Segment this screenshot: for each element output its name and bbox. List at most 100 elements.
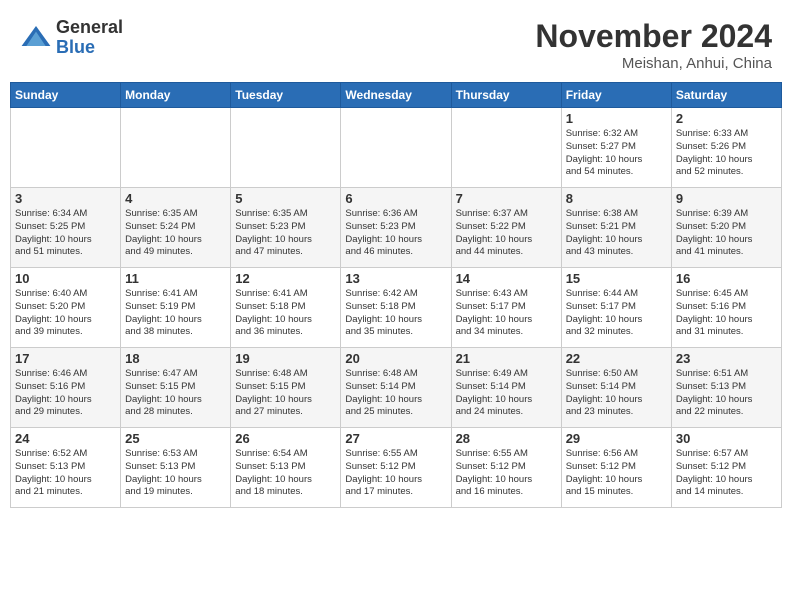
- calendar-cell: 11 Sunrise: 6:41 AM Sunset: 5:19 PM Dayli…: [121, 268, 231, 348]
- day-number: 30: [676, 431, 777, 446]
- day-info: Sunrise: 6:38 AM Sunset: 5:21 PM Dayligh…: [566, 208, 667, 259]
- day-number: 1: [566, 111, 667, 126]
- calendar-cell: 10 Sunrise: 6:40 AM Sunset: 5:20 PM Dayli…: [11, 268, 121, 348]
- day-number: 4: [125, 191, 226, 206]
- calendar-cell: 25 Sunrise: 6:53 AM Sunset: 5:13 PM Dayli…: [121, 428, 231, 508]
- day-number: 3: [15, 191, 116, 206]
- day-info: Sunrise: 6:36 AM Sunset: 5:23 PM Dayligh…: [345, 208, 446, 259]
- calendar-cell: 29Sunrise: 6:56 AM Sunset: 5:12 PM Dayli…: [561, 428, 671, 508]
- calendar-week-row: 24 Sunrise: 6:52 AM Sunset: 5:13 PM Dayli…: [11, 428, 782, 508]
- calendar-cell: 8 Sunrise: 6:38 AM Sunset: 5:21 PM Daylig…: [561, 188, 671, 268]
- day-info: Sunrise: 6:34 AM Sunset: 5:25 PM Dayligh…: [15, 208, 116, 259]
- day-number: 11: [125, 271, 226, 286]
- weekday-header: Monday: [121, 83, 231, 108]
- day-info: Sunrise: 6:41 AM Sunset: 5:19 PM Dayligh…: [125, 288, 226, 339]
- weekday-header: Friday: [561, 83, 671, 108]
- calendar-cell: 14 Sunrise: 6:43 AM Sunset: 5:17 PM Dayli…: [451, 268, 561, 348]
- day-number: 28: [456, 431, 557, 446]
- day-number: 16: [676, 271, 777, 286]
- calendar-cell: [121, 108, 231, 188]
- calendar-cell: 1 Sunrise: 6:32 AM Sunset: 5:27 PM Daylig…: [561, 108, 671, 188]
- day-info: Sunrise: 6:49 AM Sunset: 5:14 PM Dayligh…: [456, 368, 557, 419]
- calendar-cell: 28 Sunrise: 6:55 AM Sunset: 5:12 PM Dayli…: [451, 428, 561, 508]
- logo-general-text: General: [56, 18, 123, 38]
- month-title: November 2024: [535, 18, 772, 55]
- day-number: 9: [676, 191, 777, 206]
- location-text: Meishan, Anhui, China: [535, 55, 772, 72]
- calendar-cell: 13 Sunrise: 6:42 AM Sunset: 5:18 PM Dayli…: [341, 268, 451, 348]
- day-info: Sunrise: 6:45 AM Sunset: 5:16 PM Dayligh…: [676, 288, 777, 339]
- logo-icon: [20, 22, 52, 54]
- calendar-cell: 24 Sunrise: 6:52 AM Sunset: 5:13 PM Dayli…: [11, 428, 121, 508]
- day-number: 19: [235, 351, 336, 366]
- day-number: 8: [566, 191, 667, 206]
- day-info: Sunrise: 6:57 AM Sunset: 5:12 PM Dayligh…: [676, 448, 777, 499]
- day-info: Sunrise: 6:43 AM Sunset: 5:17 PM Dayligh…: [456, 288, 557, 339]
- day-info: Sunrise: 6:47 AM Sunset: 5:15 PM Dayligh…: [125, 368, 226, 419]
- day-number: 6: [345, 191, 446, 206]
- weekday-header: Wednesday: [341, 83, 451, 108]
- day-info: Sunrise: 6:33 AM Sunset: 5:26 PM Dayligh…: [676, 128, 777, 179]
- calendar-table: SundayMondayTuesdayWednesdayThursdayFrid…: [10, 82, 782, 508]
- calendar-cell: [451, 108, 561, 188]
- day-info: Sunrise: 6:53 AM Sunset: 5:13 PM Dayligh…: [125, 448, 226, 499]
- calendar-cell: 20Sunrise: 6:48 AM Sunset: 5:14 PM Dayli…: [341, 348, 451, 428]
- calendar-cell: 23Sunrise: 6:51 AM Sunset: 5:13 PM Dayli…: [671, 348, 781, 428]
- calendar-cell: 30 Sunrise: 6:57 AM Sunset: 5:12 PM Dayli…: [671, 428, 781, 508]
- day-number: 14: [456, 271, 557, 286]
- day-number: 29: [566, 431, 667, 446]
- calendar-cell: [231, 108, 341, 188]
- day-info: Sunrise: 6:55 AM Sunset: 5:12 PM Dayligh…: [456, 448, 557, 499]
- day-info: Sunrise: 6:50 AM Sunset: 5:14 PM Dayligh…: [566, 368, 667, 419]
- calendar-cell: 15Sunrise: 6:44 AM Sunset: 5:17 PM Dayli…: [561, 268, 671, 348]
- calendar-cell: 18Sunrise: 6:47 AM Sunset: 5:15 PM Dayli…: [121, 348, 231, 428]
- day-info: Sunrise: 6:39 AM Sunset: 5:20 PM Dayligh…: [676, 208, 777, 259]
- calendar-cell: 21 Sunrise: 6:49 AM Sunset: 5:14 PM Dayli…: [451, 348, 561, 428]
- day-number: 10: [15, 271, 116, 286]
- calendar-cell: 12Sunrise: 6:41 AM Sunset: 5:18 PM Dayli…: [231, 268, 341, 348]
- logo: General Blue: [20, 18, 123, 58]
- day-info: Sunrise: 6:48 AM Sunset: 5:14 PM Dayligh…: [345, 368, 446, 419]
- calendar-week-row: 10 Sunrise: 6:40 AM Sunset: 5:20 PM Dayli…: [11, 268, 782, 348]
- day-info: Sunrise: 6:32 AM Sunset: 5:27 PM Dayligh…: [566, 128, 667, 179]
- calendar-cell: 6 Sunrise: 6:36 AM Sunset: 5:23 PM Daylig…: [341, 188, 451, 268]
- calendar-cell: 26 Sunrise: 6:54 AM Sunset: 5:13 PM Dayli…: [231, 428, 341, 508]
- day-info: Sunrise: 6:44 AM Sunset: 5:17 PM Dayligh…: [566, 288, 667, 339]
- calendar-week-row: 3 Sunrise: 6:34 AM Sunset: 5:25 PM Daylig…: [11, 188, 782, 268]
- day-info: Sunrise: 6:51 AM Sunset: 5:13 PM Dayligh…: [676, 368, 777, 419]
- calendar-cell: 4Sunrise: 6:35 AM Sunset: 5:24 PM Daylig…: [121, 188, 231, 268]
- calendar-cell: 22Sunrise: 6:50 AM Sunset: 5:14 PM Dayli…: [561, 348, 671, 428]
- day-info: Sunrise: 6:42 AM Sunset: 5:18 PM Dayligh…: [345, 288, 446, 339]
- page-header: General Blue November 2024 Meishan, Anhu…: [10, 10, 782, 78]
- logo-text: General Blue: [56, 18, 123, 58]
- day-number: 25: [125, 431, 226, 446]
- title-block: November 2024 Meishan, Anhui, China: [535, 18, 772, 72]
- day-info: Sunrise: 6:48 AM Sunset: 5:15 PM Dayligh…: [235, 368, 336, 419]
- day-number: 26: [235, 431, 336, 446]
- day-info: Sunrise: 6:52 AM Sunset: 5:13 PM Dayligh…: [15, 448, 116, 499]
- calendar-cell: 19 Sunrise: 6:48 AM Sunset: 5:15 PM Dayli…: [231, 348, 341, 428]
- calendar-cell: 9 Sunrise: 6:39 AM Sunset: 5:20 PM Daylig…: [671, 188, 781, 268]
- weekday-header: Thursday: [451, 83, 561, 108]
- weekday-header-row: SundayMondayTuesdayWednesdayThursdayFrid…: [11, 83, 782, 108]
- day-number: 13: [345, 271, 446, 286]
- day-info: Sunrise: 6:55 AM Sunset: 5:12 PM Dayligh…: [345, 448, 446, 499]
- day-number: 7: [456, 191, 557, 206]
- day-info: Sunrise: 6:46 AM Sunset: 5:16 PM Dayligh…: [15, 368, 116, 419]
- day-number: 21: [456, 351, 557, 366]
- calendar-cell: 2Sunrise: 6:33 AM Sunset: 5:26 PM Daylig…: [671, 108, 781, 188]
- day-number: 27: [345, 431, 446, 446]
- day-number: 17: [15, 351, 116, 366]
- calendar-cell: 5Sunrise: 6:35 AM Sunset: 5:23 PM Daylig…: [231, 188, 341, 268]
- calendar-cell: 7 Sunrise: 6:37 AM Sunset: 5:22 PM Daylig…: [451, 188, 561, 268]
- day-number: 24: [15, 431, 116, 446]
- day-info: Sunrise: 6:40 AM Sunset: 5:20 PM Dayligh…: [15, 288, 116, 339]
- calendar-cell: [341, 108, 451, 188]
- day-info: Sunrise: 6:35 AM Sunset: 5:23 PM Dayligh…: [235, 208, 336, 259]
- day-info: Sunrise: 6:54 AM Sunset: 5:13 PM Dayligh…: [235, 448, 336, 499]
- day-info: Sunrise: 6:37 AM Sunset: 5:22 PM Dayligh…: [456, 208, 557, 259]
- weekday-header: Sunday: [11, 83, 121, 108]
- day-number: 12: [235, 271, 336, 286]
- calendar-cell: 3 Sunrise: 6:34 AM Sunset: 5:25 PM Daylig…: [11, 188, 121, 268]
- weekday-header: Tuesday: [231, 83, 341, 108]
